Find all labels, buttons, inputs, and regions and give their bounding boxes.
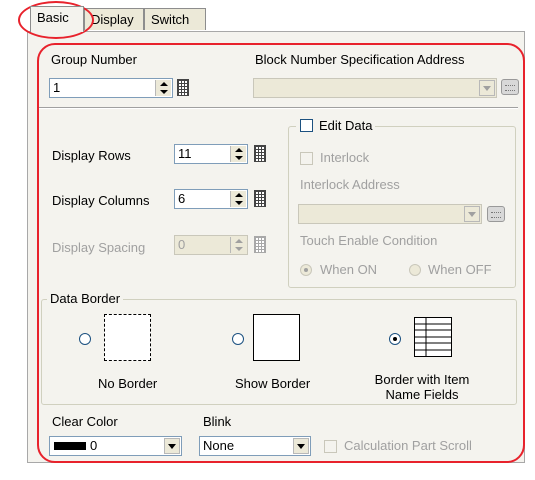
blink-value: None [203, 438, 235, 453]
group-number-spinner[interactable] [155, 80, 171, 96]
display-columns-input[interactable]: 6 [174, 189, 248, 209]
no-border-preview-icon[interactable] [104, 314, 151, 361]
when-on-radio[interactable] [300, 264, 312, 276]
tab-display-label: Display [91, 12, 134, 27]
display-spacing-label: Display Spacing [52, 240, 146, 255]
display-spacing-keypad-icon[interactable] [254, 236, 266, 253]
blink-select[interactable]: None [199, 436, 311, 456]
display-columns-spinner[interactable] [230, 191, 246, 207]
tab-switch[interactable]: Switch [144, 8, 206, 30]
calc-scroll-label: Calculation Part Scroll [344, 438, 472, 453]
no-border-radio[interactable] [79, 333, 91, 345]
tab-switch-label: Switch [151, 12, 190, 27]
display-rows-value: 11 [178, 146, 192, 161]
group-number-input[interactable]: 1 [49, 78, 173, 98]
display-rows-label: Display Rows [52, 148, 131, 163]
border-with-fields-radio[interactable] [389, 333, 401, 345]
show-border-preview-icon[interactable] [253, 314, 300, 361]
clear-color-dropdown[interactable] [164, 438, 180, 454]
interlock-address-label: Interlock Address [300, 177, 400, 192]
interlock-checkbox[interactable] [300, 152, 313, 165]
block-address-keyboard-icon[interactable] [501, 79, 519, 95]
tab-display[interactable]: Display [84, 8, 144, 30]
no-border-label: No Border [98, 376, 158, 391]
block-address-dropdown[interactable] [479, 80, 495, 96]
display-rows-input[interactable]: 11 [174, 144, 248, 164]
clear-color-select[interactable]: 0 [49, 436, 182, 456]
block-address-select[interactable] [253, 78, 497, 98]
border-with-fields-label: Border with Item Name Fields [374, 372, 470, 402]
display-rows-keypad-icon[interactable] [254, 145, 266, 162]
interlock-address-select[interactable] [298, 204, 482, 224]
blink-label: Blink [203, 414, 232, 429]
show-border-radio[interactable] [232, 333, 244, 345]
data-border-legend: Data Border [47, 291, 124, 307]
display-columns-label: Display Columns [52, 193, 150, 208]
interlock-address-dropdown[interactable] [464, 206, 480, 222]
tab-basic-label: Basic [37, 10, 69, 25]
display-spacing-spinner[interactable] [230, 237, 246, 253]
calc-scroll-checkbox[interactable] [324, 440, 337, 453]
display-spacing-input[interactable]: 0 [174, 235, 248, 255]
blink-dropdown[interactable] [293, 438, 309, 454]
display-rows-spinner[interactable] [230, 146, 246, 162]
display-columns-keypad-icon[interactable] [254, 190, 266, 207]
show-border-label: Show Border [235, 376, 311, 391]
clear-color-swatch [54, 442, 86, 450]
display-spacing-value: 0 [178, 237, 186, 252]
clear-color-value: 0 [90, 438, 98, 453]
when-off-radio[interactable] [409, 264, 421, 276]
group-number-keypad-icon[interactable] [177, 79, 189, 96]
display-columns-value: 6 [178, 191, 186, 206]
edit-data-checkbox[interactable] [300, 119, 313, 132]
edit-data-legend[interactable]: Edit Data [296, 118, 376, 134]
group-number-value: 1 [53, 80, 61, 95]
touch-enable-label: Touch Enable Condition [300, 233, 438, 248]
border-with-fields-preview-icon[interactable] [414, 317, 452, 357]
block-address-label: Block Number Specification Address [255, 52, 465, 67]
edit-data-label: Edit Data [319, 118, 373, 133]
interlock-address-keyboard-icon[interactable] [487, 206, 505, 222]
group-number-label: Group Number [51, 52, 137, 67]
interlock-label: Interlock [320, 150, 370, 165]
clear-color-label: Clear Color [52, 414, 118, 429]
divider [38, 107, 518, 109]
when-off-label: When OFF [428, 262, 492, 277]
tab-basic[interactable]: Basic [30, 6, 84, 32]
when-on-label: When ON [320, 262, 378, 277]
